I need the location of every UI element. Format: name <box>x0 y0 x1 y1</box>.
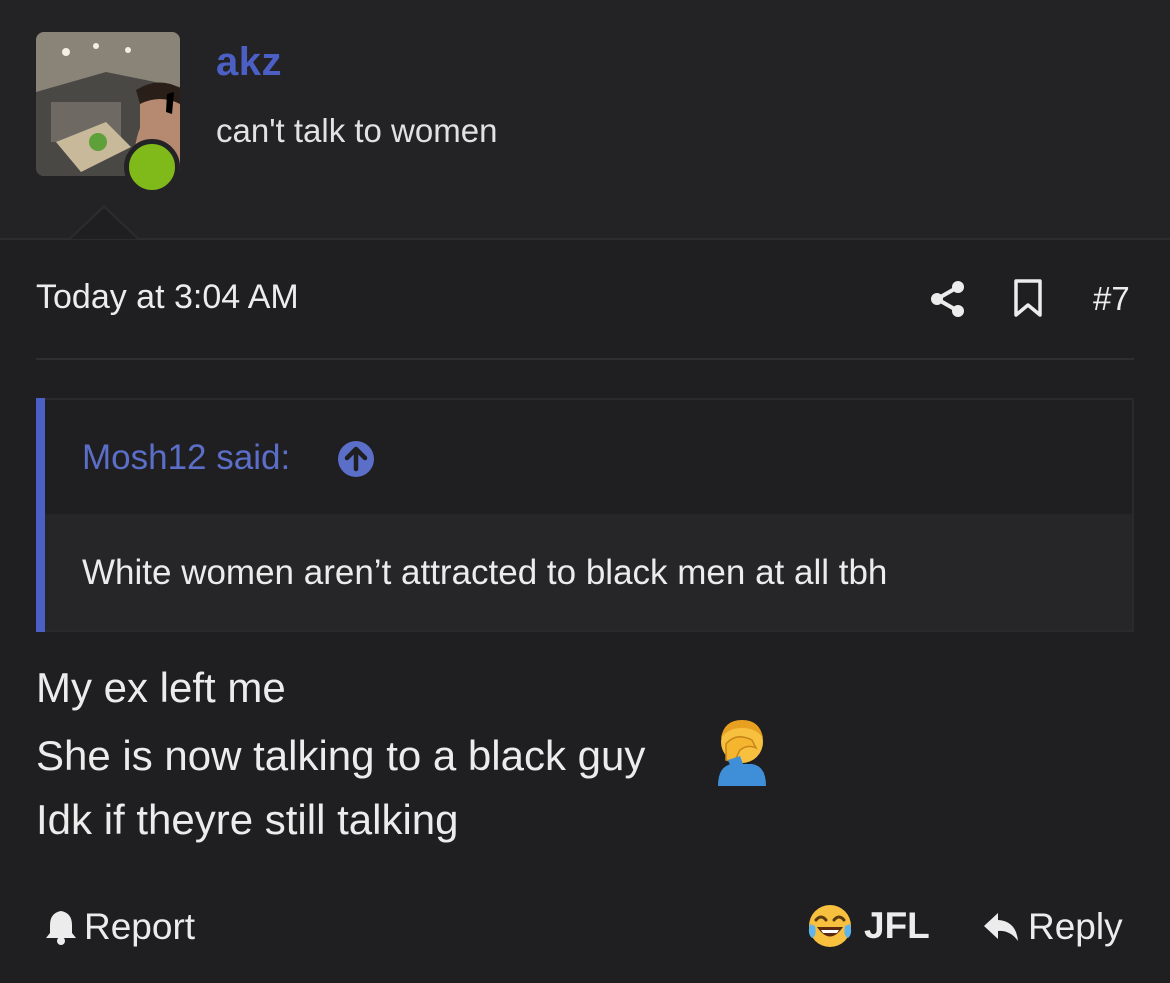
reply-arrow-icon <box>984 913 1018 941</box>
report-label: Report <box>84 906 196 947</box>
reply-button[interactable]: Reply <box>982 904 1123 950</box>
facepalm-emoji-icon <box>718 720 766 786</box>
reply-label: Reply <box>1028 906 1123 947</box>
username-link[interactable]: akz <box>216 40 282 85</box>
message-line: My ex left me <box>36 664 286 711</box>
share-icon[interactable] <box>928 280 968 318</box>
quote-accent-bar <box>36 398 45 632</box>
post-date[interactable]: Today at 3:04 AM <box>36 278 299 317</box>
tears-of-joy-emoji-icon <box>808 905 852 947</box>
quote-text: White women aren’t attracted to black me… <box>82 553 888 592</box>
quote-author-link[interactable]: Mosh12 said: <box>82 438 290 478</box>
post-number-link[interactable]: #7 <box>1093 280 1130 318</box>
message-line: She is now talking to a black guy <box>36 732 646 779</box>
report-button[interactable]: Report <box>44 904 195 950</box>
jfl-label: JFL <box>864 905 930 946</box>
arrow-up-circle-icon[interactable] <box>337 440 375 478</box>
bell-icon <box>46 911 76 945</box>
user-title: can't talk to women <box>216 112 498 149</box>
message-line: Idk if theyre still talking <box>36 796 459 843</box>
online-status-indicator <box>124 139 180 195</box>
user-arrow-pointer-inner <box>71 208 137 239</box>
jfl-reaction-button[interactable]: JFL <box>806 900 930 952</box>
bookmark-icon[interactable] <box>1012 278 1044 318</box>
post-header-divider <box>36 358 1134 360</box>
